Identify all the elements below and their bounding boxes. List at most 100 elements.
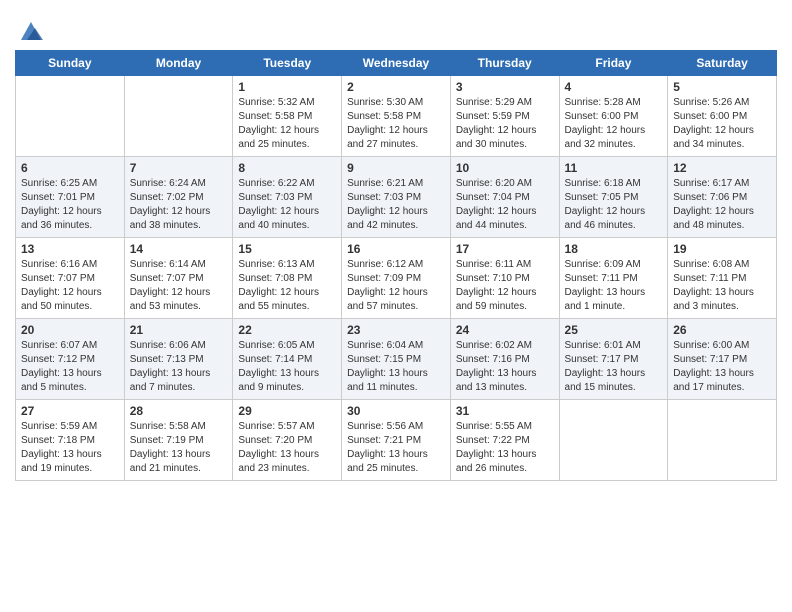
day-info: Sunrise: 6:01 AM Sunset: 7:17 PM Dayligh… — [565, 339, 663, 395]
day-info: Sunrise: 5:58 AM Sunset: 7:19 PM Dayligh… — [130, 420, 228, 476]
day-info: Sunrise: 6:14 AM Sunset: 7:07 PM Dayligh… — [130, 258, 228, 314]
calendar-cell: 15Sunrise: 6:13 AM Sunset: 7:08 PM Dayli… — [233, 238, 342, 319]
day-info: Sunrise: 6:21 AM Sunset: 7:03 PM Dayligh… — [347, 177, 445, 233]
calendar-week-row: 20 Sunrise: 6:07 AM Sunset: 7:12 PM Dayli… — [16, 319, 777, 400]
day-number: 6 — [21, 161, 119, 175]
day-info: Sunrise: 6:25 AM Sunset: 7:01 PM Dayligh… — [21, 177, 119, 233]
calendar-cell — [668, 400, 777, 481]
calendar-cell: 6 Sunrise: 6:25 AM Sunset: 7:01 PM Daylig… — [16, 157, 125, 238]
calendar-cell — [16, 76, 125, 157]
day-info: Sunrise: 6:05 AM Sunset: 7:14 PM Dayligh… — [238, 339, 336, 395]
calendar-cell: 19 Sunrise: 6:08 AM Sunset: 7:11 PM Dayli… — [668, 238, 777, 319]
day-info: Sunrise: 6:07 AM Sunset: 7:12 PM Dayligh… — [21, 339, 119, 395]
day-info: Sunrise: 6:06 AM Sunset: 7:13 PM Dayligh… — [130, 339, 228, 395]
day-info: Sunrise: 6:04 AM Sunset: 7:15 PM Dayligh… — [347, 339, 445, 395]
day-info: Sunrise: 6:16 AM Sunset: 7:07 PM Dayligh… — [21, 258, 119, 314]
calendar-cell: 8 Sunrise: 6:22 AM Sunset: 7:03 PM Daylig… — [233, 157, 342, 238]
day-number: 15 — [238, 242, 336, 256]
day-info: Sunrise: 5:29 AM Sunset: 5:59 PM Dayligh… — [456, 96, 554, 152]
calendar-cell: 14 Sunrise: 6:14 AM Sunset: 7:07 PM Dayli… — [124, 238, 233, 319]
day-number: 14 — [130, 242, 228, 256]
day-number: 5 — [673, 80, 771, 94]
weekday-header: Saturday — [668, 51, 777, 76]
calendar-cell: 1 Sunrise: 5:32 AM Sunset: 5:58 PM Daylig… — [233, 76, 342, 157]
calendar-cell: 5Sunrise: 5:26 AM Sunset: 6:00 PM Daylig… — [668, 76, 777, 157]
calendar-cell: 24 Sunrise: 6:02 AM Sunset: 7:16 PM Dayli… — [450, 319, 559, 400]
calendar-cell: 22 Sunrise: 6:05 AM Sunset: 7:14 PM Dayli… — [233, 319, 342, 400]
calendar-cell: 7 Sunrise: 6:24 AM Sunset: 7:02 PM Daylig… — [124, 157, 233, 238]
day-number: 10 — [456, 161, 554, 175]
day-info: Sunrise: 5:59 AM Sunset: 7:18 PM Dayligh… — [21, 420, 119, 476]
day-info: Sunrise: 5:55 AM Sunset: 7:22 PM Dayligh… — [456, 420, 554, 476]
calendar-week-row: 1 Sunrise: 5:32 AM Sunset: 5:58 PM Daylig… — [16, 76, 777, 157]
calendar-cell: 10 Sunrise: 6:20 AM Sunset: 7:04 PM Dayli… — [450, 157, 559, 238]
day-number: 19 — [673, 242, 771, 256]
calendar-cell: 27 Sunrise: 5:59 AM Sunset: 7:18 PM Dayli… — [16, 400, 125, 481]
calendar-week-row: 6 Sunrise: 6:25 AM Sunset: 7:01 PM Daylig… — [16, 157, 777, 238]
day-info: Sunrise: 6:08 AM Sunset: 7:11 PM Dayligh… — [673, 258, 771, 314]
calendar-cell — [124, 76, 233, 157]
day-number: 20 — [21, 323, 119, 337]
day-info: Sunrise: 6:11 AM Sunset: 7:10 PM Dayligh… — [456, 258, 554, 314]
logo — [15, 16, 45, 44]
day-number: 8 — [238, 161, 336, 175]
calendar-cell: 3Sunrise: 5:29 AM Sunset: 5:59 PM Daylig… — [450, 76, 559, 157]
weekday-header-row: SundayMondayTuesdayWednesdayThursdayFrid… — [16, 51, 777, 76]
calendar-cell — [559, 400, 668, 481]
calendar-cell: 26 Sunrise: 6:00 AM Sunset: 7:17 PM Dayli… — [668, 319, 777, 400]
weekday-header: Tuesday — [233, 51, 342, 76]
calendar-cell: 2Sunrise: 5:30 AM Sunset: 5:58 PM Daylig… — [342, 76, 451, 157]
day-info: Sunrise: 5:32 AM Sunset: 5:58 PM Dayligh… — [238, 96, 336, 152]
calendar-cell: 16Sunrise: 6:12 AM Sunset: 7:09 PM Dayli… — [342, 238, 451, 319]
day-number: 23 — [347, 323, 445, 337]
calendar-cell: 13Sunrise: 6:16 AM Sunset: 7:07 PM Dayli… — [16, 238, 125, 319]
day-info: Sunrise: 6:02 AM Sunset: 7:16 PM Dayligh… — [456, 339, 554, 395]
day-info: Sunrise: 6:24 AM Sunset: 7:02 PM Dayligh… — [130, 177, 228, 233]
day-number: 1 — [238, 80, 336, 94]
day-number: 17 — [456, 242, 554, 256]
day-info: Sunrise: 6:09 AM Sunset: 7:11 PM Dayligh… — [565, 258, 663, 314]
day-number: 25 — [565, 323, 663, 337]
calendar-table: SundayMondayTuesdayWednesdayThursdayFrid… — [15, 50, 777, 481]
weekday-header: Wednesday — [342, 51, 451, 76]
day-info: Sunrise: 5:28 AM Sunset: 6:00 PM Dayligh… — [565, 96, 663, 152]
calendar-cell: 30 Sunrise: 5:56 AM Sunset: 7:21 PM Dayli… — [342, 400, 451, 481]
weekday-header: Friday — [559, 51, 668, 76]
day-info: Sunrise: 6:18 AM Sunset: 7:05 PM Dayligh… — [565, 177, 663, 233]
day-number: 31 — [456, 404, 554, 418]
weekday-header: Thursday — [450, 51, 559, 76]
day-number: 28 — [130, 404, 228, 418]
day-number: 11 — [565, 161, 663, 175]
logo-icon — [17, 16, 45, 44]
calendar-cell: 12 Sunrise: 6:17 AM Sunset: 7:06 PM Dayli… — [668, 157, 777, 238]
page-header — [15, 10, 777, 44]
calendar-week-row: 13Sunrise: 6:16 AM Sunset: 7:07 PM Dayli… — [16, 238, 777, 319]
calendar-cell: 23 Sunrise: 6:04 AM Sunset: 7:15 PM Dayli… — [342, 319, 451, 400]
calendar-cell: 31 Sunrise: 5:55 AM Sunset: 7:22 PM Dayli… — [450, 400, 559, 481]
day-number: 7 — [130, 161, 228, 175]
day-number: 22 — [238, 323, 336, 337]
day-number: 18 — [565, 242, 663, 256]
day-info: Sunrise: 6:00 AM Sunset: 7:17 PM Dayligh… — [673, 339, 771, 395]
day-number: 24 — [456, 323, 554, 337]
day-info: Sunrise: 6:22 AM Sunset: 7:03 PM Dayligh… — [238, 177, 336, 233]
calendar-cell: 11 Sunrise: 6:18 AM Sunset: 7:05 PM Dayli… — [559, 157, 668, 238]
day-number: 26 — [673, 323, 771, 337]
day-info: Sunrise: 5:30 AM Sunset: 5:58 PM Dayligh… — [347, 96, 445, 152]
day-number: 30 — [347, 404, 445, 418]
weekday-header: Monday — [124, 51, 233, 76]
day-number: 21 — [130, 323, 228, 337]
day-number: 12 — [673, 161, 771, 175]
day-info: Sunrise: 6:20 AM Sunset: 7:04 PM Dayligh… — [456, 177, 554, 233]
calendar-cell: 20 Sunrise: 6:07 AM Sunset: 7:12 PM Dayli… — [16, 319, 125, 400]
day-info: Sunrise: 5:56 AM Sunset: 7:21 PM Dayligh… — [347, 420, 445, 476]
day-number: 27 — [21, 404, 119, 418]
calendar-week-row: 27 Sunrise: 5:59 AM Sunset: 7:18 PM Dayli… — [16, 400, 777, 481]
day-number: 4 — [565, 80, 663, 94]
day-number: 9 — [347, 161, 445, 175]
day-info: Sunrise: 5:57 AM Sunset: 7:20 PM Dayligh… — [238, 420, 336, 476]
day-info: Sunrise: 6:17 AM Sunset: 7:06 PM Dayligh… — [673, 177, 771, 233]
calendar-cell: 18 Sunrise: 6:09 AM Sunset: 7:11 PM Dayli… — [559, 238, 668, 319]
calendar-cell: 17 Sunrise: 6:11 AM Sunset: 7:10 PM Dayli… — [450, 238, 559, 319]
calendar-cell: 29Sunrise: 5:57 AM Sunset: 7:20 PM Dayli… — [233, 400, 342, 481]
